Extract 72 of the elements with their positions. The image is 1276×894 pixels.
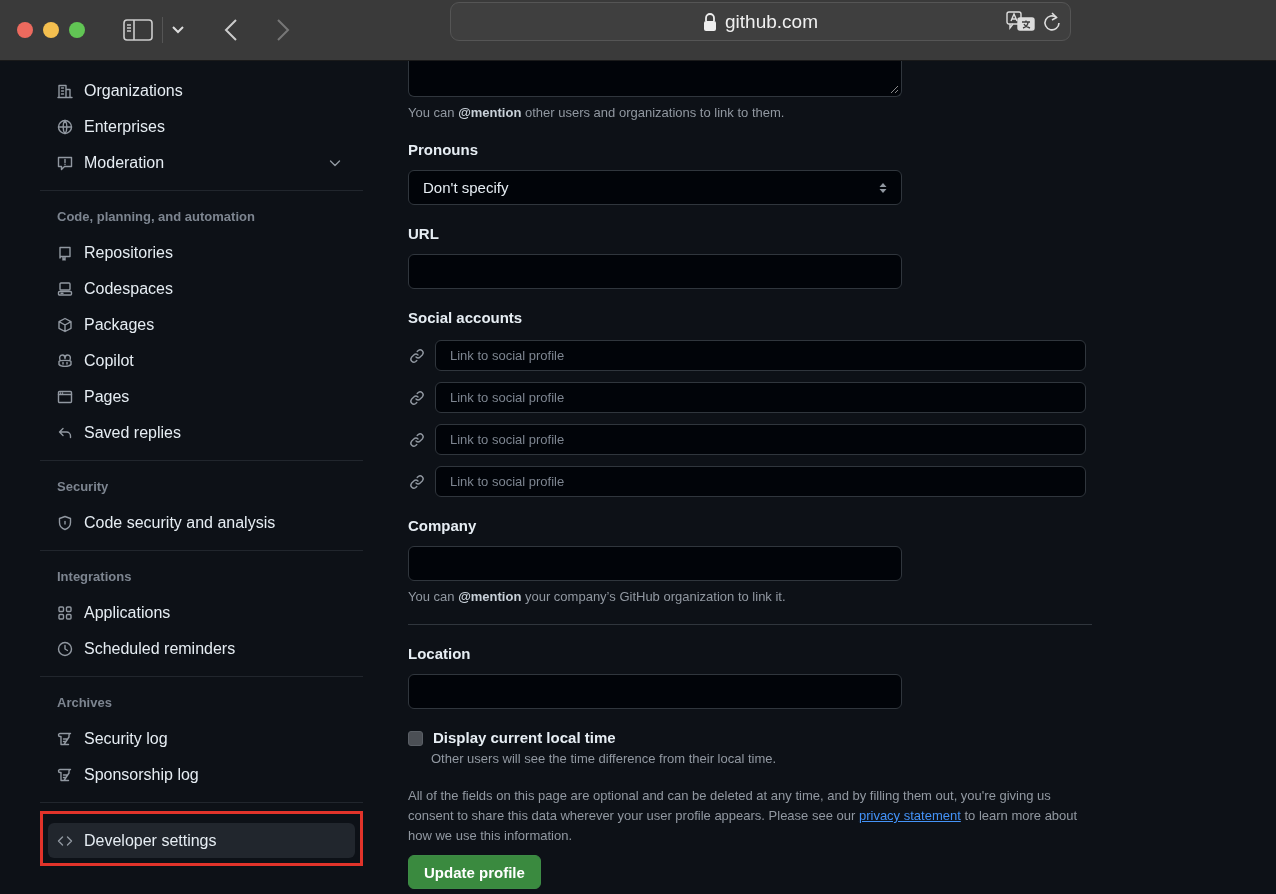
report-icon — [57, 155, 73, 171]
company-input[interactable] — [408, 546, 902, 581]
chevron-down-icon[interactable] — [172, 26, 184, 34]
minimize-window-button[interactable] — [43, 22, 59, 38]
laptop-icon — [57, 281, 73, 297]
field-hint: You can @mention other users and organizations to link to them. — [408, 105, 786, 121]
field-label: Location — [408, 644, 471, 664]
checkbox[interactable] — [408, 730, 423, 746]
field-label: Company — [408, 516, 477, 536]
apps-icon — [57, 605, 73, 621]
log-icon — [57, 731, 73, 747]
sidebar-item[interactable]: Moderation — [40, 145, 363, 181]
close-window-button[interactable] — [17, 22, 33, 38]
lock-icon — [703, 12, 717, 31]
sidebar-item[interactable]: Packages — [40, 307, 363, 343]
social-link-input[interactable]: Link to social profile — [435, 424, 1086, 455]
field-label: URL — [408, 224, 439, 244]
shield-icon — [57, 515, 73, 531]
repo-icon — [57, 245, 73, 261]
sidebar-item[interactable]: Security log — [40, 721, 363, 757]
update-profile-button[interactable]: Update profile — [408, 855, 541, 889]
log-icon — [57, 767, 73, 783]
pronouns-select[interactable]: Don't specify — [408, 170, 902, 205]
field-label: Social accounts — [408, 308, 523, 328]
section-heading: Code, planning, and automation — [56, 208, 255, 226]
sidebar-item[interactable]: Copilot — [40, 343, 363, 379]
privacy-notice: All of the fields on this page are optional and can be deleted at any time, and by filling them out, you're giving us consent to share this data wherever your user profile appears. Please see our privacy statement to learn more about how we use this information. — [408, 787, 1079, 845]
sidebar-item[interactable]: Sponsorship log — [40, 757, 363, 793]
translate-icon[interactable] — [1006, 9, 1036, 34]
sidebar-item[interactable]: Developer settings — [48, 823, 355, 858]
sidebar-toggle-icon[interactable] — [123, 18, 153, 42]
section-heading: Integrations — [56, 568, 132, 586]
resize-handle-icon — [890, 85, 899, 94]
privacy-statement-link[interactable]: privacy statement — [858, 808, 961, 823]
building-icon — [57, 83, 73, 99]
address-bar[interactable]: github.com — [450, 2, 1071, 41]
link-icon — [409, 431, 425, 448]
social-link-input[interactable]: Link to social profile — [435, 382, 1086, 413]
link-icon — [409, 473, 425, 490]
checkbox-label: Display current local time — [433, 728, 616, 748]
sidebar-item[interactable]: Organizations — [40, 73, 363, 109]
sidebar-item[interactable]: Scheduled reminders — [40, 631, 363, 667]
section-heading: Security — [56, 478, 109, 496]
social-link-input[interactable]: Link to social profile — [435, 466, 1086, 497]
sidebar-item[interactable]: Applications — [40, 595, 363, 631]
reload-icon[interactable] — [1042, 10, 1062, 33]
browser-icon — [57, 389, 73, 405]
sidebar-item[interactable]: Saved replies — [40, 415, 363, 451]
location-input[interactable] — [408, 674, 902, 709]
package-icon — [57, 317, 73, 333]
checkbox-hint: Other users will see the time difference from their local time. — [431, 751, 778, 767]
url-input[interactable] — [408, 254, 902, 289]
field-hint: You can @mention your company’s GitHub organization to link it. — [408, 589, 787, 605]
sidebar-item[interactable]: Repositories — [40, 235, 363, 271]
sidebar-item[interactable]: Codespaces — [40, 271, 363, 307]
sidebar-item[interactable]: Pages — [40, 379, 363, 415]
section-heading: Archives — [56, 694, 112, 712]
social-link-input[interactable]: Link to social profile — [435, 340, 1086, 371]
address-text: github.com — [725, 10, 818, 33]
back-icon[interactable] — [224, 19, 238, 41]
copilot-icon — [57, 353, 73, 369]
reply-icon — [57, 425, 73, 441]
field-label: Pronouns — [408, 140, 478, 160]
forward-icon[interactable] — [276, 19, 290, 41]
up-down-caret-icon — [879, 181, 887, 194]
globe-icon — [57, 119, 73, 135]
link-icon — [409, 389, 425, 406]
clock-icon — [57, 641, 73, 657]
zoom-window-button[interactable] — [69, 22, 85, 38]
sidebar-item[interactable]: Code security and analysis — [40, 505, 363, 541]
link-icon — [409, 347, 425, 364]
sidebar-item[interactable]: Enterprises — [40, 109, 363, 145]
